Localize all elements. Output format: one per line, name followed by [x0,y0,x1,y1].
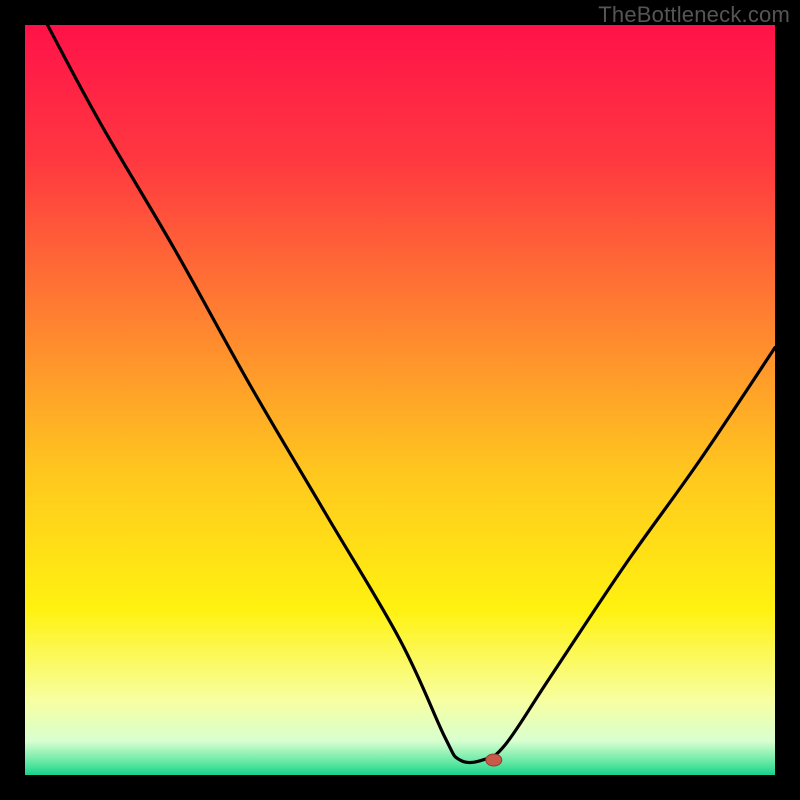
optimum-marker [486,754,502,766]
chart-svg [25,25,775,775]
gradient-plot [25,25,775,775]
chart-frame: TheBottleneck.com [0,0,800,800]
gradient-bg [25,25,775,775]
